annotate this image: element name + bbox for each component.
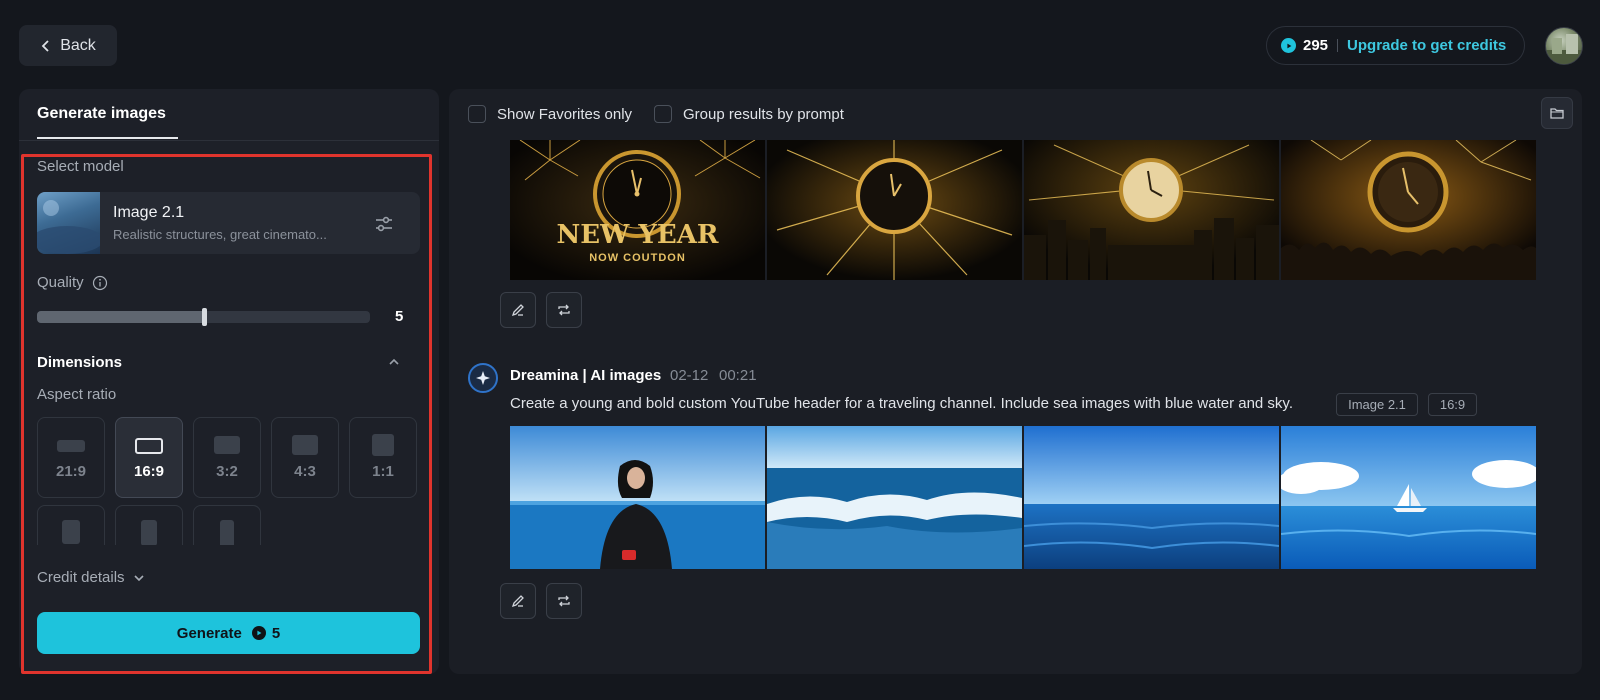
edit-button[interactable] bbox=[500, 583, 536, 619]
post-date: 02-12 bbox=[670, 367, 709, 384]
back-button[interactable]: Back bbox=[19, 25, 117, 66]
show-favorites-label: Show Favorites only bbox=[497, 105, 633, 123]
ratio-portrait-icon bbox=[141, 520, 157, 545]
model-description: Realistic structures, great cinemato... bbox=[113, 227, 327, 242]
generated-image[interactable] bbox=[1024, 140, 1279, 280]
aspect-ratio-label: Aspect ratio bbox=[37, 386, 117, 403]
edit-button[interactable] bbox=[500, 292, 536, 328]
generated-image[interactable] bbox=[767, 426, 1022, 569]
ratio-tag: 16:9 bbox=[1428, 393, 1477, 416]
quality-slider[interactable] bbox=[37, 308, 370, 326]
select-model-label: Select model bbox=[37, 158, 124, 175]
sliders-icon[interactable] bbox=[372, 212, 396, 236]
ratio-option-portrait[interactable] bbox=[115, 505, 183, 545]
credit-details-toggle[interactable]: Credit details bbox=[37, 569, 145, 586]
chevron-up-icon[interactable] bbox=[387, 355, 401, 369]
ratio-3-2-icon bbox=[214, 436, 240, 454]
chevron-left-icon bbox=[41, 39, 49, 52]
tile-headline: NEW YEAR bbox=[556, 220, 719, 250]
checkbox[interactable] bbox=[468, 105, 486, 123]
pencil-icon bbox=[511, 595, 524, 608]
ratio-option-21-9[interactable]: 21:9 bbox=[37, 417, 105, 498]
credit-details-label: Credit details bbox=[37, 569, 125, 586]
repeat-icon bbox=[558, 304, 570, 316]
results-panel: Show Favorites only Group results by pro… bbox=[449, 89, 1582, 674]
tile-subheadline: NOW COUTDON bbox=[589, 252, 686, 264]
generated-image[interactable] bbox=[1281, 426, 1536, 569]
quality-label: Quality bbox=[37, 274, 84, 291]
avatar[interactable] bbox=[1545, 27, 1583, 65]
ratio-4-3-icon bbox=[292, 435, 318, 455]
active-tab-indicator bbox=[37, 137, 178, 139]
model-tag: Image 2.1 bbox=[1336, 393, 1418, 416]
generated-image[interactable] bbox=[767, 140, 1022, 280]
generated-image[interactable] bbox=[1024, 426, 1279, 569]
prompt-text: Create a young and bold custom YouTube h… bbox=[510, 395, 1293, 412]
show-favorites-toggle[interactable]: Show Favorites only bbox=[468, 105, 632, 123]
credit-coin-icon bbox=[251, 626, 266, 640]
quality-value: 5 bbox=[395, 308, 404, 325]
quality-slider-handle[interactable] bbox=[201, 308, 207, 326]
generate-button[interactable]: Generate 5 bbox=[37, 612, 420, 654]
pencil-icon bbox=[511, 304, 524, 317]
ratio-portrait-icon bbox=[220, 520, 234, 545]
model-thumbnail bbox=[31, 192, 103, 254]
credit-coin-icon bbox=[1281, 38, 1296, 53]
generate-cost: 5 bbox=[271, 624, 281, 642]
regenerate-button[interactable] bbox=[546, 583, 582, 619]
chevron-down-icon bbox=[133, 574, 144, 581]
checkbox[interactable] bbox=[654, 105, 672, 123]
ratio-options-overflow bbox=[37, 505, 420, 545]
ratio-option-3-2[interactable]: 3:2 bbox=[193, 417, 261, 498]
model-name: Image 2.1 bbox=[113, 204, 185, 221]
ratio-option-1-1[interactable]: 1:1 bbox=[349, 417, 417, 498]
ratio-label: 3:2 bbox=[216, 463, 238, 480]
model-selector[interactable]: Image 2.1 Realistic structures, great ci… bbox=[31, 192, 420, 254]
ratio-option-portrait[interactable] bbox=[37, 505, 105, 545]
ratio-label: 21:9 bbox=[55, 463, 87, 480]
ratio-16-9-icon bbox=[135, 438, 163, 454]
ratio-label: 16:9 bbox=[133, 463, 165, 480]
dreamina-logo-icon bbox=[468, 363, 498, 393]
dimensions-heading: Dimensions bbox=[37, 354, 123, 371]
group-by-prompt-label: Group results by prompt bbox=[683, 105, 844, 123]
quality-slider-fill bbox=[37, 311, 204, 323]
ratio-option-4-3[interactable]: 4:3 bbox=[271, 417, 339, 498]
ratio-portrait-icon bbox=[62, 520, 80, 544]
ratio-label: 1:1 bbox=[372, 463, 394, 480]
generated-image[interactable] bbox=[510, 426, 765, 569]
folder-button[interactable] bbox=[1541, 97, 1573, 129]
generate-label: Generate bbox=[176, 624, 242, 642]
generated-image[interactable] bbox=[1281, 140, 1536, 280]
ratio-label: 4:3 bbox=[294, 463, 316, 480]
generated-image[interactable]: NEW YEAR NOW COUTDON bbox=[510, 140, 765, 280]
repeat-icon bbox=[558, 595, 570, 607]
divider bbox=[1337, 39, 1339, 52]
group-by-prompt-toggle[interactable]: Group results by prompt bbox=[654, 105, 844, 123]
regenerate-button[interactable] bbox=[546, 292, 582, 328]
generate-panel: Generate images Select model Image 2.1 R… bbox=[19, 89, 439, 674]
ratio-1-1-icon bbox=[372, 434, 394, 456]
author-name: Dreamina | AI images bbox=[510, 367, 662, 384]
ratio-option-16-9[interactable]: 16:9 bbox=[115, 417, 183, 498]
upgrade-link[interactable]: Upgrade to get credits bbox=[1347, 37, 1506, 54]
tab-generate-images[interactable]: Generate images bbox=[37, 105, 166, 123]
credits-count: 295 bbox=[1303, 37, 1329, 54]
folder-icon bbox=[1550, 108, 1564, 119]
ratio-21-9-icon bbox=[57, 440, 85, 452]
panel-tabs: Generate images bbox=[19, 89, 439, 141]
back-label: Back bbox=[60, 36, 96, 54]
ratio-option-portrait[interactable] bbox=[193, 505, 261, 545]
post-time: 00:21 bbox=[719, 367, 757, 384]
credits-pill[interactable]: 295 Upgrade to get credits bbox=[1266, 26, 1525, 65]
info-icon[interactable] bbox=[92, 275, 108, 296]
